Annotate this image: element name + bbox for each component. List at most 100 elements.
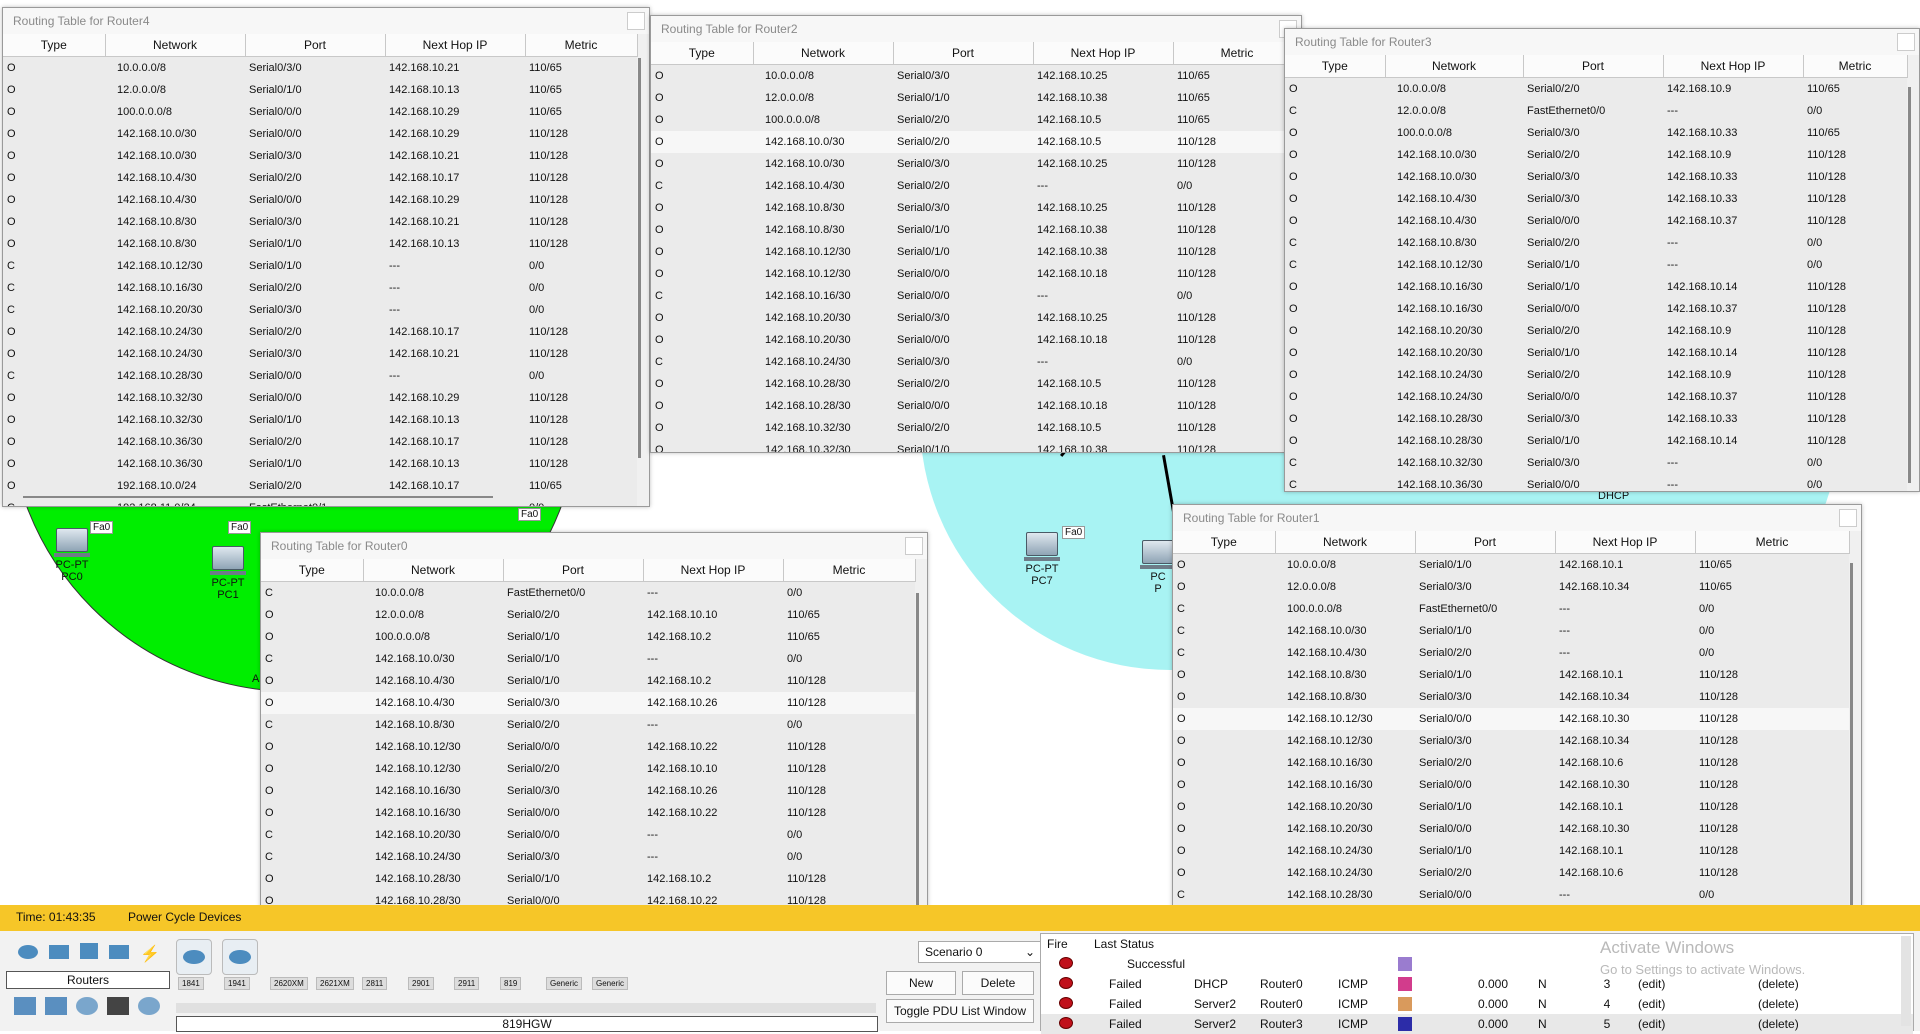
- table-row[interactable]: O 100.0.0.0/8 Serial0/0/0 142.168.10.29 110/…: [3, 101, 637, 123]
- table-row[interactable]: O 142.168.10.8/30 Serial0/1/0 142.168.10.13…: [3, 233, 637, 255]
- table-row[interactable]: C 142.168.10.20/30 Serial0/3/0 --- 0/0: [3, 299, 637, 321]
- table-row[interactable]: C 142.168.10.0/30 Serial0/1/0 --- 0/0: [1173, 620, 1849, 642]
- routing-table-window-router3[interactable]: Routing Table for Router3 Type Network Por…: [1284, 28, 1920, 492]
- table-row[interactable]: O 142.168.10.28/30 Serial0/3/0 142.168.10.3…: [1285, 408, 1907, 430]
- column-header[interactable]: Type: [651, 42, 754, 65]
- column-header[interactable]: Next Hop IP: [1555, 531, 1696, 554]
- table-row[interactable]: O 142.168.10.8/30 Serial0/3/0 142.168.10.25…: [651, 197, 1301, 219]
- pdu-row[interactable]: Failed Server2 Router3 ICMP 0.000 N 5 (edit) (de…: [1041, 1014, 1913, 1034]
- router-model-label[interactable]: Generic: [592, 977, 629, 990]
- table-row[interactable]: C142.168.10.32/30Serial0/3/0---0/0: [1285, 452, 1907, 474]
- table-row[interactable]: O 142.168.10.12/30 Serial0/2/0 142.168.10.1…: [261, 758, 915, 780]
- table-row[interactable]: O 142.168.10.20/30 Serial0/1/0 142.168.10.1…: [1285, 342, 1907, 364]
- wireless-category-icon[interactable]: [109, 945, 130, 959]
- table-row[interactable]: C 142.168.10.12/30 Serial0/1/0 --- 0/0: [3, 255, 637, 277]
- routing-table-window-router2[interactable]: Routing Table for Router2 Type Network Por…: [650, 15, 1302, 453]
- column-header[interactable]: Next Hop IP: [1663, 55, 1804, 78]
- table-row[interactable]: O 142.168.10.12/30 Serial0/3/0 142.168.10.3…: [1173, 730, 1849, 752]
- fire-icon[interactable]: [1059, 976, 1073, 989]
- table-row[interactable]: C 142.168.10.0/30 Serial0/1/0 --- 0/0: [261, 648, 915, 670]
- scenario-select[interactable]: Scenario 0 ⌄: [918, 941, 1042, 963]
- table-row[interactable]: C 142.168.10.16/30 Serial0/0/0 --- 0/0: [651, 285, 1301, 307]
- pc-node-pc7[interactable]: PC-PT PC7: [1016, 532, 1068, 587]
- table-row[interactable]: O 12.0.0.0/8 Serial0/3/0 142.168.10.34 110/6…: [1173, 576, 1849, 598]
- table-row[interactable]: O 142.168.10.8/30 Serial0/1/0 142.168.10.38…: [651, 219, 1301, 241]
- close-icon[interactable]: [1897, 33, 1915, 51]
- pdu-row[interactable]: Failed Server2 Router0 ICMP 0.000 N 4 (edit) (de…: [1041, 994, 1913, 1014]
- connections-category-icon[interactable]: ⚡: [140, 947, 160, 963]
- table-row[interactable]: O 100.0.0.0/8 Serial0/1/0 142.168.10.2 110/6…: [261, 626, 915, 648]
- close-icon[interactable]: [627, 12, 645, 30]
- router-model-label[interactable]: 2620XM: [270, 977, 308, 990]
- table-row[interactable]: O 142.168.10.16/30 Serial0/0/0 142.168.10.3…: [1285, 298, 1907, 320]
- table-row[interactable]: O 142.168.10.20/30 Serial0/0/0 142.168.10.1…: [651, 329, 1301, 351]
- column-header[interactable]: Next Hop IP: [385, 34, 526, 57]
- pc-node-pc1[interactable]: PC-PT PC1: [202, 546, 254, 601]
- table-row[interactable]: C 142.168.10.36/30 Serial0/0/0 --- 0/0: [1285, 474, 1907, 491]
- table-row[interactable]: C192.168.11.0/24FastEthernet0/1---0/0: [3, 497, 637, 506]
- table-row[interactable]: O 142.168.10.0/30 Serial0/0/0 142.168.10.29…: [3, 123, 637, 145]
- table-row[interactable]: C 142.168.10.28/30 Serial0/0/0 --- 0/0: [1173, 884, 1849, 906]
- column-header[interactable]: Network: [1385, 55, 1524, 78]
- model-scrollbar[interactable]: [176, 1003, 876, 1013]
- table-row[interactable]: O 142.168.10.28/30 Serial0/0/0 142.168.10.1…: [651, 395, 1301, 417]
- column-header[interactable]: Port: [245, 34, 386, 57]
- table-row[interactable]: C 142.168.10.12/30 Serial0/1/0 --- 0/0: [1285, 254, 1907, 276]
- vertical-scrollbar[interactable]: [1850, 563, 1853, 959]
- table-row[interactable]: O 142.168.10.32/30 Serial0/2/0 142.168.10.5…: [651, 417, 1301, 439]
- table-row[interactable]: C 100.0.0.0/8 FastEthernet0/0 --- 0/0: [1173, 598, 1849, 620]
- custom-devices-icon[interactable]: [107, 997, 130, 1015]
- router-category-icon[interactable]: [18, 945, 38, 959]
- delete-scenario-button[interactable]: Delete: [962, 971, 1034, 995]
- table-row[interactable]: O 142.168.10.4/30 Serial0/3/0 142.168.10.26…: [261, 692, 915, 714]
- wan-emulation-icon[interactable]: [76, 997, 99, 1015]
- table-row[interactable]: O 142.168.10.28/30 Serial0/1/0 142.168.10.2…: [261, 868, 915, 890]
- table-row[interactable]: C 142.168.10.28/30 Serial0/0/0 --- 0/0: [3, 365, 637, 387]
- table-row[interactable]: O 142.168.10.20/30 Serial0/0/0 142.168.10.3…: [1173, 818, 1849, 840]
- close-icon[interactable]: [1839, 509, 1857, 527]
- column-header[interactable]: Next Hop IP: [1033, 42, 1174, 65]
- table-row[interactable]: O 142.168.10.16/30 Serial0/1/0 142.168.10.1…: [1285, 276, 1907, 298]
- pc-node-pc0[interactable]: PC-PT PC0: [46, 528, 98, 583]
- table-row[interactable]: O 142.168.10.4/30 Serial0/3/0 142.168.10.33…: [1285, 188, 1907, 210]
- table-row[interactable]: C 12.0.0.0/8 FastEthernet0/0 --- 0/0: [1285, 100, 1907, 122]
- column-header[interactable]: Metric: [783, 559, 916, 582]
- table-row[interactable]: O 142.168.10.12/30 Serial0/0/0 142.168.10.3…: [1173, 708, 1849, 730]
- switch-category-icon[interactable]: [49, 945, 70, 959]
- table-row[interactable]: O 142.168.10.8/30 Serial0/1/0 142.168.10.1 1…: [1173, 664, 1849, 686]
- fire-icon[interactable]: [1059, 956, 1073, 969]
- column-header[interactable]: Network: [1275, 531, 1416, 554]
- table-row[interactable]: O 10.0.0.0/8 Serial0/3/0 142.168.10.25 110/6…: [651, 64, 1301, 87]
- table-row[interactable]: C 142.168.10.4/30 Serial0/2/0 --- 0/0: [1173, 642, 1849, 664]
- table-row[interactable]: O 142.168.10.28/30 Serial0/2/0 142.168.10.5…: [651, 373, 1301, 395]
- table-row[interactable]: C 142.168.10.24/30 Serial0/3/0 --- 0/0: [261, 846, 915, 868]
- table-row[interactable]: O 142.168.10.0/30 Serial0/3/0 142.168.10.21…: [3, 145, 637, 167]
- table-row[interactable]: O 142.168.10.0/30 Serial0/2/0 142.168.10.9 1…: [1285, 144, 1907, 166]
- vertical-scrollbar[interactable]: [1908, 87, 1911, 483]
- router-model-label[interactable]: Generic: [546, 977, 583, 990]
- toggle-pdu-list-button[interactable]: Toggle PDU List Window: [886, 999, 1034, 1023]
- router-model-icon[interactable]: [222, 939, 258, 975]
- table-row[interactable]: O 142.168.10.20/30 Serial0/1/0 142.168.10.1…: [1173, 796, 1849, 818]
- router-model-label[interactable]: 819: [500, 977, 522, 990]
- table-row[interactable]: O 142.168.10.4/30 Serial0/2/0 142.168.10.17…: [3, 167, 637, 189]
- vertical-scrollbar[interactable]: [916, 593, 919, 953]
- pdu-delete-link[interactable]: (delete): [1757, 994, 1913, 1014]
- table-row[interactable]: O 12.0.0.0/8 Serial0/1/0 142.168.10.38 110/6…: [651, 87, 1301, 109]
- table-row[interactable]: O 142.168.10.32/30 Serial0/1/0 142.168.10.3…: [651, 439, 1301, 452]
- column-header[interactable]: Metric: [525, 34, 638, 57]
- table-row[interactable]: O 12.0.0.0/8 Serial0/2/0 142.168.10.10 110/6…: [261, 604, 915, 626]
- router-model-label[interactable]: 2911: [454, 977, 480, 990]
- router-model-icon[interactable]: [176, 939, 212, 975]
- table-row[interactable]: O 142.168.10.8/30 Serial0/3/0 142.168.10.34…: [1173, 686, 1849, 708]
- column-header[interactable]: Metric: [1173, 42, 1301, 65]
- table-row[interactable]: O 10.0.0.0/8 Serial0/1/0 142.168.10.1 110/65: [1173, 553, 1849, 576]
- column-header[interactable]: Network: [105, 34, 246, 57]
- table-row[interactable]: O 142.168.10.16/30 Serial0/0/0 142.168.10.2…: [261, 802, 915, 824]
- column-header[interactable]: Port: [1523, 55, 1664, 78]
- column-header[interactable]: Metric: [1695, 531, 1850, 554]
- table-row[interactable]: O 142.168.10.8/30 Serial0/3/0 142.168.10.21…: [3, 211, 637, 233]
- column-header[interactable]: Port: [503, 559, 644, 582]
- routing-table-window-router4[interactable]: Routing Table for Router4 Type Network Por…: [2, 7, 650, 507]
- table-row[interactable]: O 142.168.10.4/30 Serial0/0/0 142.168.10.29…: [3, 189, 637, 211]
